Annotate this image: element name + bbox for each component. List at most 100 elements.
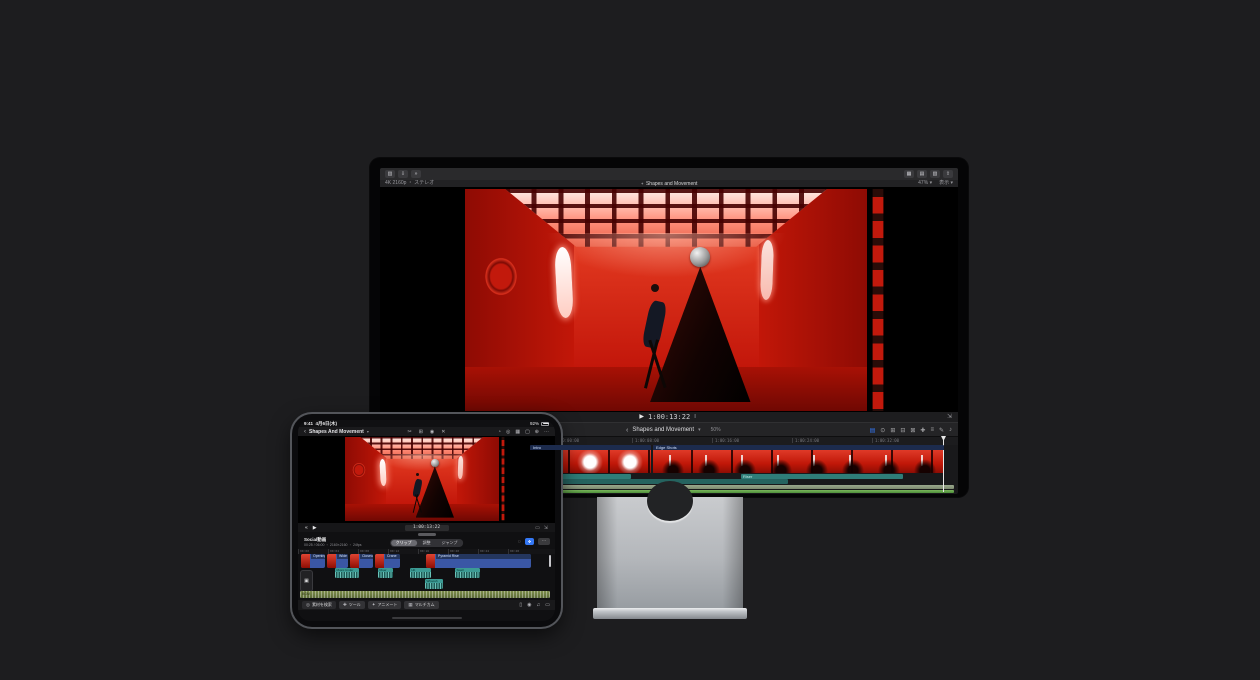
bottom-toolbar-button[interactable]: ◎ 素材を検索	[302, 601, 336, 609]
audio-monitor-icon[interactable]: ♪	[949, 427, 952, 433]
timer-icon[interactable]: ◔	[498, 429, 501, 435]
video-clip[interactable]: Crane	[375, 554, 400, 568]
ipad-screen: 9:41 4月6日(木) 92% ‹ Shapes And Movement ▾…	[298, 420, 555, 621]
zoom-icon[interactable]: ⊕	[535, 429, 539, 435]
sidebar-icon[interactable]: ▥	[385, 170, 395, 178]
timeline-title[interactable]: Shapes and Movement	[632, 427, 694, 433]
expand-icon[interactable]: ⇲	[947, 413, 952, 420]
speaker-icon[interactable]: ♫	[537, 601, 541, 609]
home-indicator[interactable]	[392, 617, 462, 619]
overwrite-icon[interactable]: ⊠	[910, 427, 915, 434]
import-icon[interactable]: ⇩	[398, 170, 408, 178]
timeline-scroll-grip[interactable]	[549, 555, 551, 567]
viewer-layout-icon[interactable]: ▤	[917, 170, 927, 178]
audio-clip[interactable]: Whoosh	[425, 579, 443, 589]
video-clip[interactable]: Closeup	[350, 554, 373, 568]
panel-drag-handle[interactable]	[418, 533, 436, 536]
viewer-video	[465, 189, 884, 411]
rewind-icon[interactable]: «	[305, 525, 308, 531]
index-icon[interactable]: ▤	[870, 427, 876, 434]
music-track[interactable]: BGM	[300, 591, 550, 598]
more-icon[interactable]: ⋯	[544, 429, 549, 435]
play-icon[interactable]: ▶	[313, 525, 317, 531]
toolbar-right-icons: ◔ ◎ ▦ ▢ ⊕ ⋯	[498, 427, 549, 436]
browser-layout-icon[interactable]: ▦	[904, 170, 914, 178]
grid-icon[interactable]: ▦	[515, 429, 520, 435]
inspector-layout-icon[interactable]: ▧	[930, 170, 940, 178]
audio-clip[interactable]: Music Under	[335, 568, 359, 578]
ruler-label: 1:00:16:00	[712, 438, 739, 443]
timeline-zoom[interactable]: 50%	[711, 427, 721, 433]
video-clip[interactable]: Edge Shots	[653, 445, 944, 473]
bottom-toolbar-button[interactable]: ✦ アニメート	[368, 601, 402, 609]
skimming-icon[interactable]: ✎	[939, 427, 944, 434]
view-menu[interactable]: 表示 ▾	[939, 180, 953, 187]
toolbar-right-buttons: ▦▤▧⇧	[904, 170, 953, 178]
video-clip[interactable]: Opening	[301, 554, 325, 568]
button-label: ツール	[349, 601, 361, 609]
display-icon[interactable]: ▢	[525, 429, 530, 435]
zoom-menu[interactable]: 47% ▾	[918, 180, 932, 187]
film-strip	[872, 189, 884, 411]
audio-clip[interactable]: Riser	[378, 568, 393, 578]
loop-icon[interactable]: ‖	[694, 412, 696, 422]
append-icon[interactable]: ⊟	[900, 427, 905, 434]
ruler-label: 1:00:08:00	[632, 438, 659, 443]
connect-icon[interactable]: ⊙	[880, 427, 885, 434]
film-strip	[501, 437, 505, 521]
camera-icon[interactable]: ◉	[527, 601, 531, 609]
viewer	[298, 436, 555, 523]
segment-option[interactable]: ジャンプ	[437, 540, 463, 546]
bottom-toolbar-button[interactable]: ✚ ツール	[339, 601, 365, 609]
bottom-toolbar-button[interactable]: ▦ マルチカム	[404, 601, 438, 609]
porthole	[481, 253, 521, 300]
more-button[interactable]: ⋯	[538, 538, 550, 545]
delete-icon[interactable]: ✕	[441, 429, 445, 435]
clip-name: Opening	[311, 554, 325, 559]
mic-icon[interactable]: ◉	[430, 429, 434, 435]
battery-percent: 92%	[530, 420, 539, 427]
chat-icon[interactable]: ▭	[545, 601, 550, 609]
video-clip[interactable]: Wide	[327, 554, 348, 568]
clip-thumbnail	[301, 554, 310, 568]
viewer-controls: 47% ▾ 表示 ▾	[918, 180, 953, 187]
back-icon[interactable]: ‹	[304, 429, 306, 435]
chevron-down-icon[interactable]: ▾	[367, 429, 369, 434]
duplicate-icon[interactable]: ⊞	[419, 429, 423, 435]
trash-icon[interactable]: ▯	[519, 601, 522, 609]
audio-clip[interactable]: Swell	[455, 568, 480, 578]
porthole	[351, 461, 366, 479]
segment-option[interactable]: 調整	[418, 540, 436, 546]
skip-forward-icon[interactable]: »	[411, 170, 421, 178]
music-label: BGM	[302, 591, 310, 598]
ipad: 9:41 4月6日(木) 92% ‹ Shapes And Movement ▾…	[292, 414, 561, 627]
project-title[interactable]: Shapes And Movement	[309, 429, 364, 435]
segment-option[interactable]: クリップ	[391, 540, 417, 546]
overlay-icon[interactable]: ◌	[518, 539, 521, 545]
keyframe-button[interactable]: ❖	[525, 538, 534, 545]
back-icon[interactable]: ‹	[626, 427, 628, 434]
tools-icon[interactable]: ✚	[920, 427, 925, 434]
video-clip[interactable]: Pyramid Rise	[426, 554, 531, 568]
tools-icon: ✚	[343, 601, 347, 609]
audio-clip[interactable]: Hit	[410, 568, 431, 578]
search-media-icon: ◎	[306, 601, 310, 609]
share-icon[interactable]: ⇧	[943, 170, 953, 178]
voiceover-icon[interactable]: ◎	[506, 429, 510, 435]
snap-icon[interactable]: ≡	[930, 427, 934, 433]
app-toolbar: ‹ Shapes And Movement ▾ ✂ ⊞ ◉ ✕ ◔ ◎ ▦ ▢ ⊕ ⋯	[298, 427, 555, 436]
connect-clip-button[interactable]: ▣	[300, 570, 313, 592]
play-icon[interactable]: ▶	[639, 412, 644, 422]
music-track[interactable]	[530, 485, 954, 489]
airplay-icon[interactable]: ▭	[535, 525, 540, 531]
animate-icon: ✦	[372, 601, 376, 609]
chevron-down-icon[interactable]: ▾	[698, 427, 701, 433]
project-bar: Social動画 00:25 / 06:00 ・ 2160×2160 ・ 24f…	[298, 537, 555, 549]
video-frame	[345, 437, 499, 521]
metallic-sphere	[690, 247, 710, 267]
insert-icon[interactable]: ⊞	[890, 427, 895, 434]
scissors-icon[interactable]: ✂	[408, 429, 412, 435]
clip-thumbnail	[375, 554, 384, 568]
fullscreen-icon[interactable]: ⇲	[544, 525, 548, 531]
ruler-label: 1:00:24:00	[792, 438, 819, 443]
